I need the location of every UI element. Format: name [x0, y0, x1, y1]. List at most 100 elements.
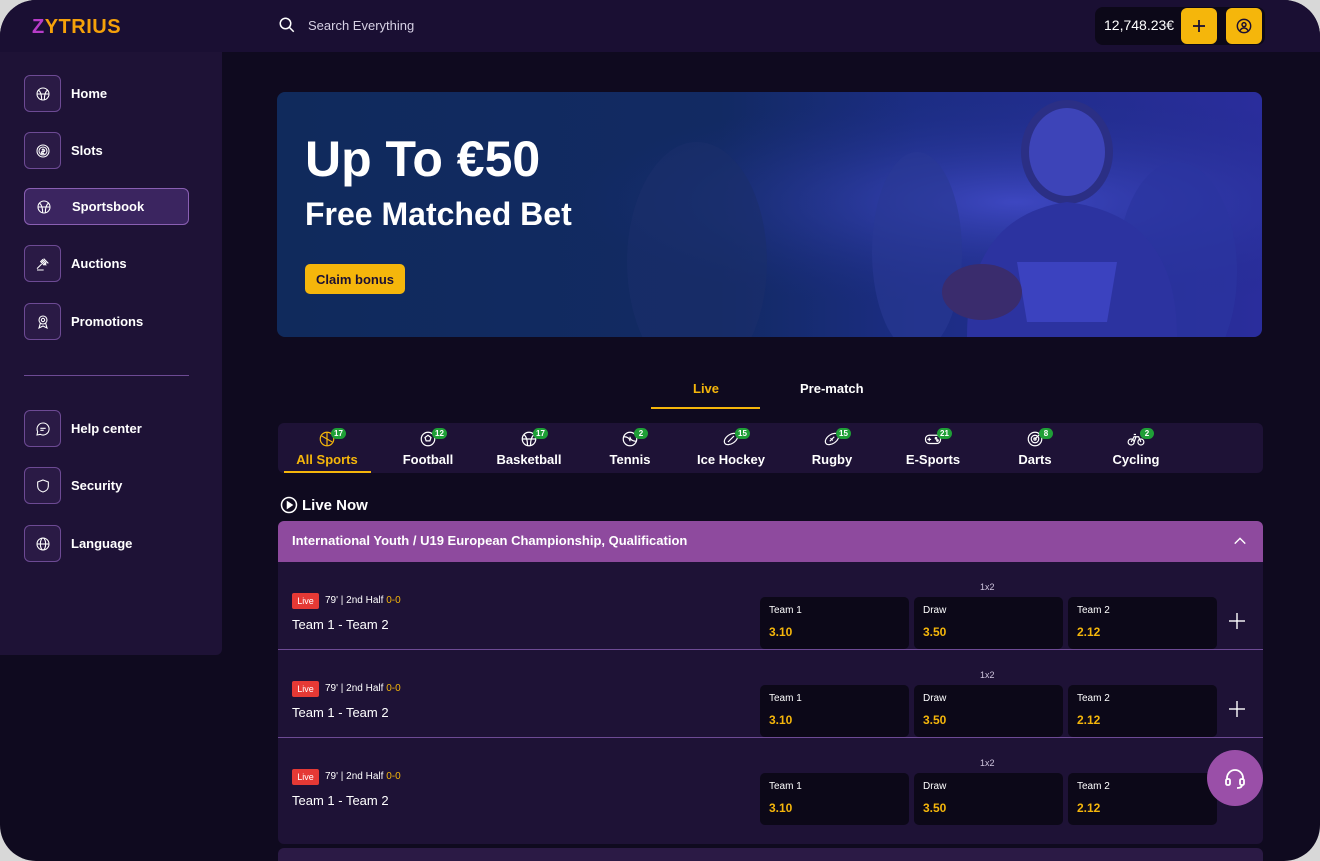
- sports-filter-bar: 17 All Sports 12 Football 17 Basketball …: [278, 423, 1263, 473]
- active-sport-indicator: [284, 471, 371, 473]
- top-bar: ZYTRIUS Search Everything 12,748.23€: [0, 0, 1320, 52]
- sidebar-item-security[interactable]: Security: [24, 467, 189, 504]
- shield-icon: [24, 467, 61, 504]
- odd-label: Team 2: [1077, 781, 1110, 792]
- odd-value: 2.12: [1077, 713, 1101, 727]
- logo-initial: Z: [32, 16, 45, 38]
- match-time: 79' | 2nd Half 0-0: [325, 771, 401, 782]
- support-chat-button[interactable]: [1207, 750, 1263, 806]
- tab-live[interactable]: Live: [693, 381, 719, 396]
- odd-value: 3.10: [769, 625, 793, 639]
- profile-button[interactable]: [1226, 8, 1262, 44]
- claim-bonus-button[interactable]: Claim bonus: [305, 264, 406, 294]
- app-frame: ZYTRIUS Search Everything 12,748.23€ Hom…: [0, 0, 1320, 861]
- match-teams: Team 1 - Team 2: [292, 617, 389, 632]
- expand-markets-icon[interactable]: [1228, 612, 1246, 630]
- tab-pre-match[interactable]: Pre-match: [800, 381, 864, 396]
- odd-button-team-1[interactable]: Team 1 3.10: [760, 597, 909, 649]
- sport-label: Rugby: [811, 452, 853, 467]
- odd-button-team-2[interactable]: Team 2 2.12: [1068, 597, 1217, 649]
- odd-button-team-2[interactable]: Team 2 2.12: [1068, 773, 1217, 825]
- odd-value: 3.50: [923, 801, 947, 815]
- expand-markets-icon[interactable]: [1228, 700, 1246, 718]
- match-time: 79' | 2nd Half 0-0: [325, 595, 401, 606]
- sidebar-item-label: Sportsbook: [72, 199, 145, 214]
- league-name: International Youth / U19 European Champ…: [292, 533, 688, 548]
- sport-football[interactable]: 12 Football: [383, 423, 473, 473]
- sidebar-item-slots[interactable]: Slots: [24, 132, 189, 169]
- odd-value: 3.50: [923, 713, 947, 727]
- odd-label: Team 1: [769, 693, 802, 704]
- search-icon: [279, 17, 295, 33]
- sidebar-item-label: Promotions: [71, 314, 144, 329]
- sport-cycling[interactable]: 2 Cycling: [1091, 423, 1181, 473]
- sidebar-item-label: Security: [71, 478, 123, 493]
- match-teams: Team 1 - Team 2: [292, 793, 389, 808]
- sport-e-sports[interactable]: 21 E-Sports: [888, 423, 978, 473]
- sport-rugby[interactable]: 15 Rugby: [787, 423, 877, 473]
- odd-label: Draw: [923, 693, 947, 704]
- odd-button-draw[interactable]: Draw 3.50: [914, 773, 1063, 825]
- search-input[interactable]: Search Everything: [308, 18, 414, 33]
- sidebar-item-language[interactable]: Language: [24, 525, 189, 562]
- odd-button-team-1[interactable]: Team 1 3.10: [760, 773, 909, 825]
- sport-count-badge: 17: [533, 428, 548, 439]
- match-clock: 79' | 2nd Half: [325, 771, 384, 782]
- sidebar-item-promotions[interactable]: Promotions: [24, 303, 189, 340]
- sidebar-item-home[interactable]: Home: [24, 75, 189, 112]
- logo[interactable]: ZYTRIUS: [32, 16, 121, 39]
- sport-label: Darts: [1018, 452, 1052, 467]
- odd-label: Team 2: [1077, 605, 1110, 616]
- odd-button-team-2[interactable]: Team 2 2.12: [1068, 685, 1217, 737]
- logo-text: YTRIUS: [44, 16, 122, 38]
- deposit-button[interactable]: [1181, 8, 1217, 44]
- odd-label: Team 2: [1077, 693, 1110, 704]
- banner-title: Up To €50: [305, 131, 541, 187]
- sport-count-badge: 15: [836, 428, 851, 439]
- league-header[interactable]: International Youth / U19 European Champ…: [278, 521, 1263, 562]
- live-now-heading: Live Now: [280, 496, 368, 514]
- promo-banner: Up To €50 Free Matched Bet Claim bonus: [277, 92, 1262, 337]
- sidebar-item-help-center[interactable]: Help center: [24, 410, 189, 447]
- sport-count-badge: 8: [1039, 428, 1053, 439]
- odd-button-draw[interactable]: Draw 3.50: [914, 685, 1063, 737]
- odd-label: Draw: [923, 781, 947, 792]
- sport-all-sports[interactable]: 17 All Sports: [282, 423, 372, 473]
- match-time: 79' | 2nd Half 0-0: [325, 683, 401, 694]
- sidebar-item-label: Auctions: [71, 256, 127, 271]
- sidebar-item-label: Home: [71, 86, 108, 101]
- market-label: 1x2: [980, 582, 995, 592]
- sport-count-badge: 2: [1140, 428, 1154, 439]
- sidebar: Home Slots Sportsbook Auctions Promotion…: [0, 52, 222, 655]
- sport-count-badge: 21: [937, 428, 952, 439]
- sport-count-badge: 12: [432, 428, 447, 439]
- odd-button-team-1[interactable]: Team 1 3.10: [760, 685, 909, 737]
- live-badge: Live: [292, 769, 319, 785]
- chevron-up-icon[interactable]: [1233, 534, 1247, 548]
- match-row: Live 79' | 2nd Half 0-0 Team 1 - Team 2 …: [278, 738, 1263, 844]
- user-icon: [1236, 18, 1252, 34]
- league-header-collapsed[interactable]: [278, 848, 1263, 861]
- sport-darts[interactable]: 8 Darts: [990, 423, 1080, 473]
- match-row: Live 79' | 2nd Half 0-0 Team 1 - Team 2 …: [278, 562, 1263, 650]
- sport-basketball[interactable]: 17 Basketball: [484, 423, 574, 473]
- odd-label: Draw: [923, 605, 947, 616]
- odd-button-draw[interactable]: Draw 3.50: [914, 597, 1063, 649]
- sport-label: Basketball: [496, 452, 562, 467]
- match-score: 0-0: [386, 771, 401, 782]
- sport-ice-hockey[interactable]: 15 Ice Hockey: [686, 423, 776, 473]
- match-clock: 79' | 2nd Half: [325, 595, 384, 606]
- sport-tennis[interactable]: 2 Tennis: [585, 423, 675, 473]
- sport-label: Ice Hockey: [697, 452, 765, 467]
- coin-icon: [24, 132, 61, 169]
- search-bar[interactable]: Search Everything: [278, 16, 414, 34]
- play-circle-icon: [280, 496, 298, 514]
- sport-count-badge: 17: [331, 428, 346, 439]
- odd-label: Team 1: [769, 781, 802, 792]
- sidebar-item-label: Help center: [71, 421, 142, 436]
- odd-value: 3.50: [923, 625, 947, 639]
- match-clock: 79' | 2nd Half: [325, 683, 384, 694]
- sidebar-item-sportsbook[interactable]: Sportsbook: [24, 188, 189, 225]
- sidebar-item-auctions[interactable]: Auctions: [24, 245, 189, 282]
- odd-value: 3.10: [769, 713, 793, 727]
